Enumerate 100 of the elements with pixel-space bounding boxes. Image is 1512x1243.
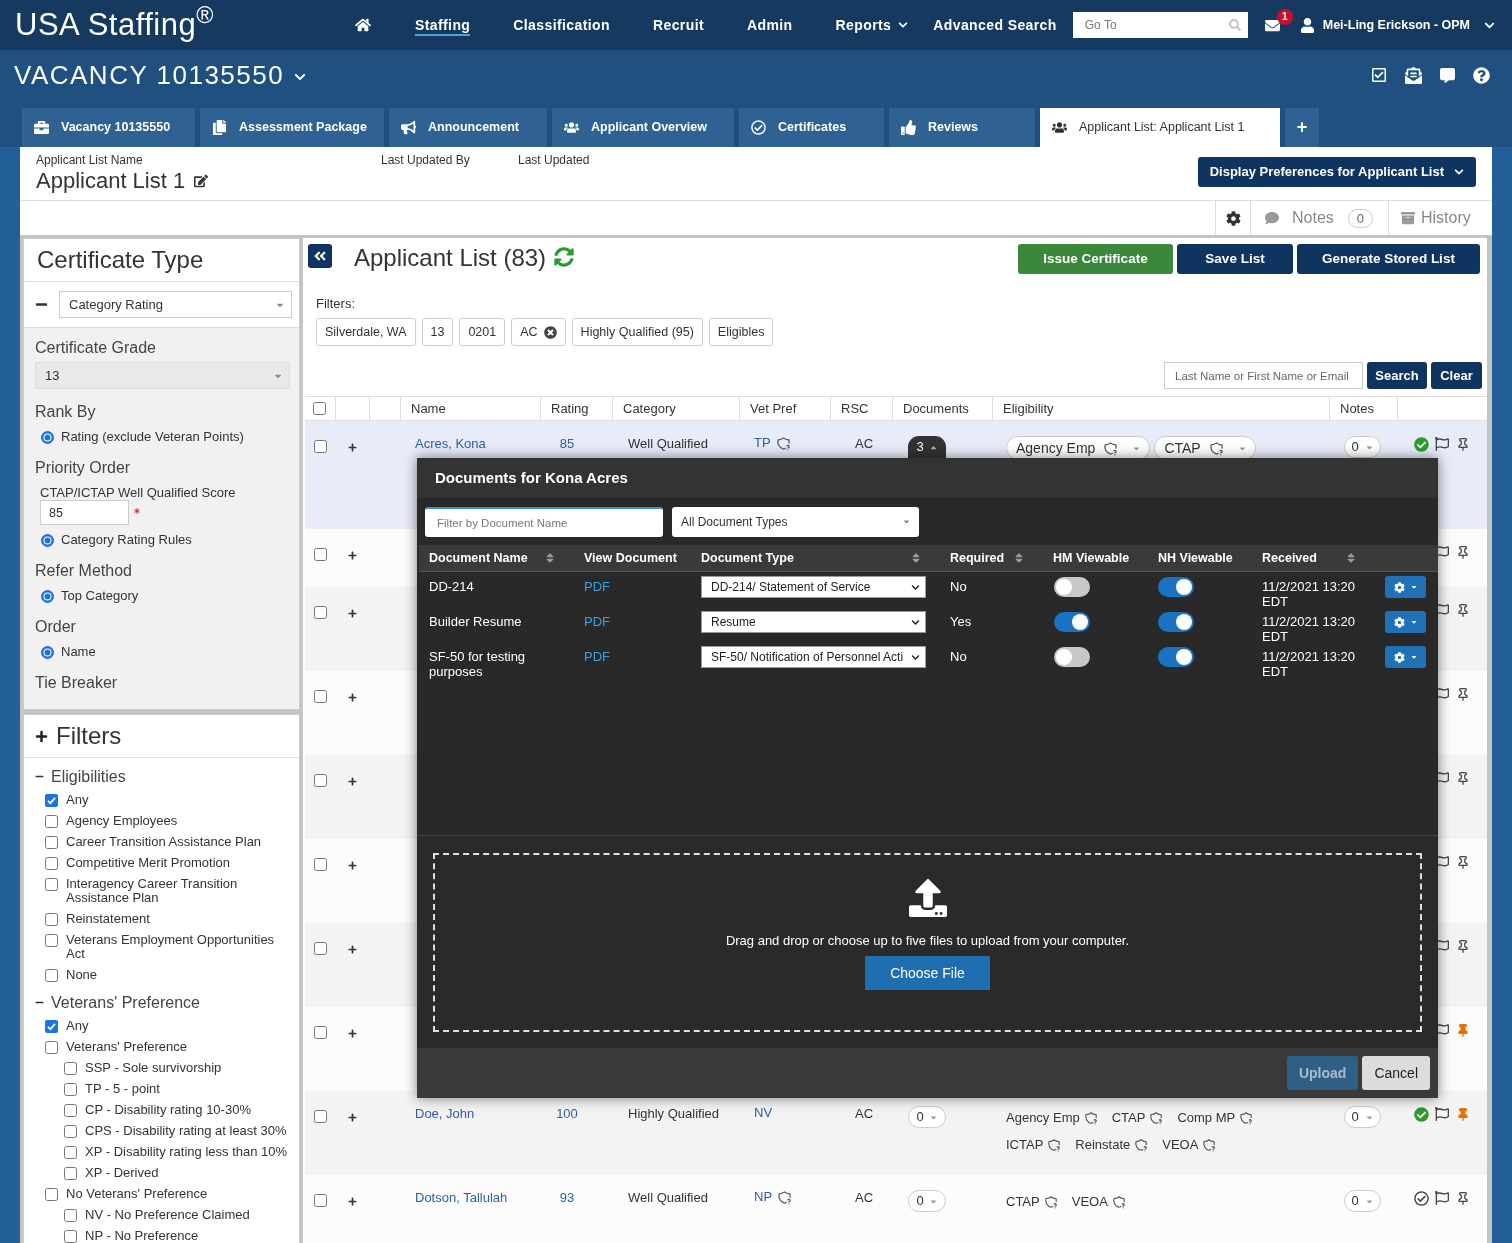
mail-icon[interactable] (1264, 17, 1280, 33)
pin-icon[interactable] (1456, 545, 1470, 560)
expand-icon[interactable] (348, 609, 357, 618)
expand-icon[interactable] (348, 945, 357, 954)
envelope-open-icon[interactable] (1405, 66, 1422, 84)
checkbox[interactable] (45, 1188, 58, 1201)
filter-group-label[interactable]: Eligibilities (51, 767, 126, 786)
document-actions-button[interactable] (1385, 646, 1426, 668)
checkbox[interactable] (64, 1083, 77, 1096)
settings-icon[interactable] (1225, 210, 1241, 226)
nav-link[interactable]: Recruit (652, 14, 704, 36)
action-button[interactable]: Generate Stored List (1297, 244, 1480, 274)
checkbox[interactable] (45, 913, 58, 926)
pin-icon[interactable] (1456, 1191, 1470, 1206)
upload-drop-zone[interactable]: Drag and drop or choose up to five files to upload from your computer. Choose File (433, 853, 1422, 1032)
applicant-name-link[interactable]: Dotson, Tallulah (415, 1190, 508, 1205)
shield-help-icon[interactable] (1134, 1137, 1149, 1152)
filter-chip[interactable]: Eligibles (708, 318, 774, 346)
nav-link[interactable]: Admin (747, 14, 793, 36)
action-button[interactable]: Save List (1177, 244, 1293, 274)
checkbox[interactable] (313, 402, 326, 415)
tab[interactable]: Applicant Overview (552, 108, 734, 147)
pin-icon[interactable] (1456, 771, 1470, 786)
column-header[interactable]: Name (411, 400, 446, 417)
column-header[interactable]: Required (940, 545, 1043, 571)
applicant-search-field[interactable]: Last Name or First Name or Email (1164, 362, 1363, 389)
expand-icon[interactable] (348, 693, 357, 702)
filter-chip[interactable]: Highly Qualified (95) (571, 318, 703, 346)
checkbox[interactable] (45, 836, 58, 849)
toggle-switch[interactable] (1054, 647, 1090, 667)
checkbox[interactable] (314, 548, 327, 561)
shield-help-icon[interactable] (1047, 1137, 1062, 1152)
pdf-link[interactable]: PDF (584, 649, 610, 664)
pin-icon[interactable] (1456, 939, 1470, 954)
checkbox[interactable] (314, 942, 327, 955)
column-header[interactable]: Eligibility (1003, 400, 1054, 417)
tab[interactable]: Applicant List: Applicant List 1 (1040, 108, 1280, 147)
nav-link[interactable]: Advanced Search (933, 14, 1057, 36)
toggle-switch[interactable] (1158, 577, 1194, 597)
pin-icon[interactable] (1456, 603, 1470, 618)
checkbox[interactable] (314, 690, 327, 703)
checkbox[interactable] (314, 440, 327, 453)
document-type-select[interactable]: Resume (701, 611, 926, 633)
certificate-type-select[interactable]: Category Rating (59, 291, 292, 318)
flag-icon[interactable] (1435, 1191, 1449, 1205)
notes-count-button[interactable]: 0 (1344, 1190, 1381, 1212)
radio-button[interactable] (41, 589, 54, 603)
user-icon[interactable] (1299, 17, 1315, 33)
tab[interactable]: Certificates (739, 108, 884, 147)
column-header[interactable]: NH Viewable (1148, 545, 1252, 571)
nav-link[interactable]: Staffing (415, 14, 471, 36)
add-tab-button[interactable]: + (1285, 108, 1319, 147)
clear-button[interactable]: Clear (1431, 362, 1482, 389)
shield-help-icon[interactable] (1083, 1110, 1098, 1125)
nav-link[interactable]: Reports (835, 14, 909, 36)
notes-count-button[interactable]: 0 (1344, 436, 1381, 458)
column-header[interactable]: Category (623, 400, 676, 417)
expand-icon[interactable] (348, 861, 357, 870)
rating-link[interactable]: 85 (559, 436, 575, 451)
filter-chip[interactable]: 13 (421, 318, 454, 346)
help-icon[interactable] (1473, 66, 1490, 84)
pin-icon[interactable] (1456, 687, 1470, 702)
checkbox[interactable] (314, 1194, 327, 1207)
applicant-name-link[interactable]: Acres, Kona (415, 436, 486, 451)
document-actions-button[interactable] (1385, 576, 1426, 598)
remove-icon[interactable] (543, 325, 557, 339)
tab[interactable]: Reviews (889, 108, 1035, 147)
shield-help-icon[interactable] (1202, 1137, 1217, 1152)
shield-help-icon[interactable] (1103, 440, 1119, 456)
shield-help-icon[interactable] (775, 435, 791, 451)
toggle-switch[interactable] (1158, 612, 1194, 632)
checkbox[interactable] (45, 934, 58, 947)
document-actions-button[interactable] (1385, 611, 1426, 633)
applicant-name-link[interactable]: Doe, John (415, 1106, 475, 1121)
refresh-icon[interactable] (554, 247, 575, 267)
shield-help-icon[interactable] (777, 1189, 793, 1205)
goto-search-field[interactable]: Go To (1072, 12, 1248, 38)
radio-button[interactable] (41, 430, 54, 444)
comment-icon[interactable] (1440, 67, 1455, 83)
checkbox[interactable] (64, 1104, 77, 1117)
checkbox[interactable] (314, 606, 327, 619)
shield-help-icon[interactable] (1111, 1194, 1126, 1209)
checkbox[interactable] (45, 1020, 58, 1033)
flag-icon[interactable] (1435, 437, 1449, 451)
display-preferences-button[interactable]: Display Preferences for Applicant List (1197, 157, 1476, 187)
shield-help-icon[interactable] (1043, 1194, 1058, 1209)
expand-icon[interactable] (348, 1197, 357, 1206)
expand-icon[interactable] (348, 1029, 357, 1038)
checkbox[interactable] (314, 1026, 327, 1039)
checkbox[interactable] (64, 1125, 77, 1138)
flag-icon[interactable] (1435, 1107, 1449, 1121)
document-type-select[interactable]: SF-50/ Notification of Personnel Acti (701, 646, 926, 668)
edit-icon[interactable] (194, 174, 209, 188)
action-button[interactable]: Issue Certificate (1018, 244, 1173, 274)
checkbox[interactable] (64, 1167, 77, 1180)
notes-count-button[interactable]: 0 (1344, 1106, 1381, 1128)
filter-chip[interactable]: 0201 (459, 318, 506, 346)
checkbox[interactable] (45, 878, 58, 891)
user-name[interactable]: Mei-Ling Erickson - OPM (1322, 15, 1470, 35)
checkbox[interactable] (45, 1041, 58, 1054)
